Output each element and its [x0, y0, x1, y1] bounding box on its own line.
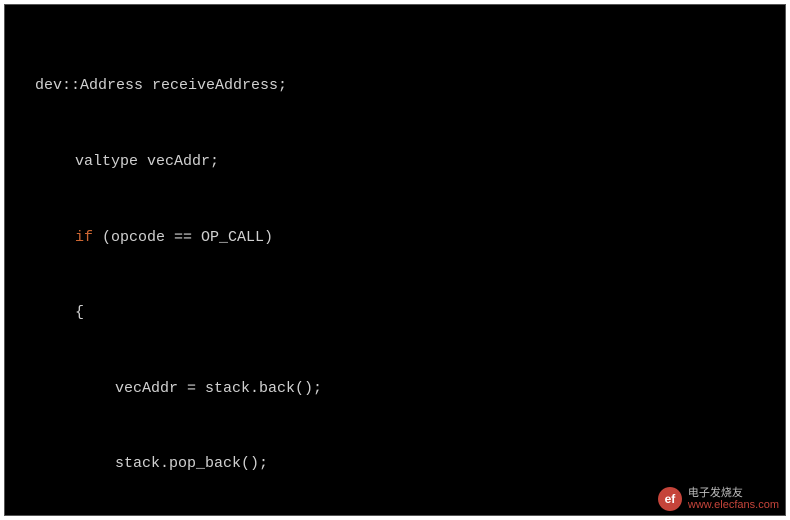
code-text: (opcode == OP_CALL) — [93, 229, 273, 246]
watermark-name-cn: 电子发烧友 — [688, 487, 779, 499]
code-line: dev::Address receiveAddress; — [5, 73, 785, 98]
watermark-logo-icon: ef — [658, 487, 682, 511]
watermark: ef 电子发烧友 www.elecfans.com — [658, 487, 779, 511]
watermark-text: 电子发烧友 www.elecfans.com — [688, 487, 779, 511]
code-block: dev::Address receiveAddress; valtype vec… — [5, 23, 785, 516]
code-line: stack.pop_back(); — [5, 451, 785, 476]
code-line: valtype vecAddr; — [5, 149, 785, 174]
code-line: if (opcode == OP_CALL) — [5, 225, 785, 250]
code-line: { — [5, 300, 785, 325]
code-line: vecAddr = stack.back(); — [5, 376, 785, 401]
watermark-url: www.elecfans.com — [688, 499, 779, 511]
keyword-if: if — [75, 229, 93, 246]
code-frame: dev::Address receiveAddress; valtype vec… — [4, 4, 786, 516]
